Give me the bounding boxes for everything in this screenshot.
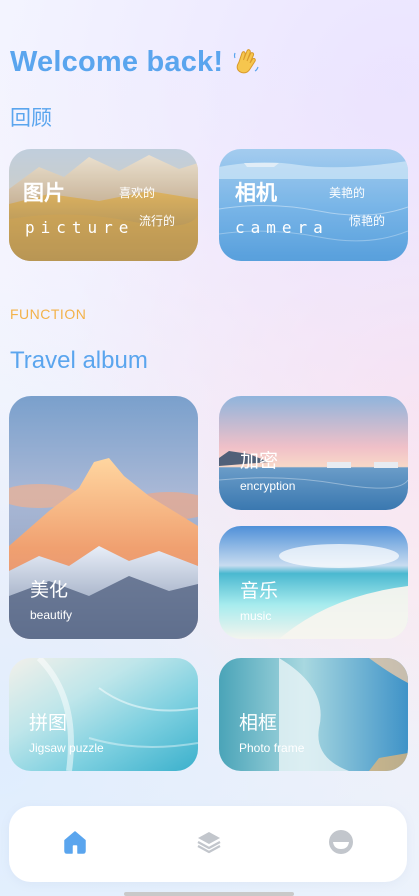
picture-card-tag-popular: 流行的 (139, 214, 176, 228)
function-label: FUNCTION (10, 306, 87, 322)
beautify-card-subtitle: beautify (30, 608, 73, 622)
camera-card-subtitle: camera (235, 218, 329, 237)
beautify-card-title: 美化 (30, 579, 69, 601)
beautify-card-image (9, 396, 198, 639)
photo-frame-card-subtitle: Photo frame (239, 741, 305, 755)
music-card-subtitle: music (240, 609, 272, 623)
camera-card-title: 相机 (235, 181, 277, 205)
music-card[interactable]: 音乐 music (219, 526, 408, 639)
jigsaw-card[interactable]: 拼图 Jigsaw puzzle (9, 658, 198, 771)
nav-layers[interactable] (193, 828, 225, 860)
jigsaw-card-title: 拼图 (29, 712, 68, 734)
nav-profile[interactable] (325, 828, 357, 860)
beautify-card[interactable]: 美化 beautify (9, 396, 198, 639)
album-title: Travel album (10, 347, 148, 374)
camera-card[interactable]: 相机 美艳的 惊艳的 camera (219, 149, 408, 261)
encryption-card[interactable]: 加密 encryption (219, 396, 408, 510)
jigsaw-card-subtitle: Jigsaw puzzle (29, 741, 104, 755)
photo-frame-card-title: 相框 (239, 712, 278, 734)
picture-card-title: 图片 (23, 181, 65, 205)
camera-card-tag-stunning: 惊艳的 (349, 214, 386, 228)
picture-card-tag-liked: 喜欢的 (119, 186, 156, 200)
camera-card-tag-gorgeous: 美艳的 (329, 186, 366, 200)
bottom-nav-bar (9, 806, 407, 882)
picture-card[interactable]: 图片 喜欢的 流行的 picture (9, 149, 198, 261)
home-indicator (124, 892, 294, 896)
profile-icon (327, 828, 355, 860)
nav-home[interactable] (59, 828, 91, 860)
waving-hand-icon (233, 48, 259, 76)
picture-card-subtitle: picture (25, 218, 135, 237)
encryption-card-title: 加密 (240, 450, 279, 472)
home-icon (61, 828, 89, 860)
layers-icon (195, 828, 223, 860)
welcome-text: Welcome back! (10, 45, 224, 78)
photo-frame-card[interactable]: 相框 Photo frame (219, 658, 408, 771)
welcome-heading: Welcome back! (10, 42, 259, 82)
music-card-title: 音乐 (240, 580, 279, 602)
encryption-card-subtitle: encryption (240, 479, 296, 493)
review-title: 回顾 (10, 106, 52, 130)
